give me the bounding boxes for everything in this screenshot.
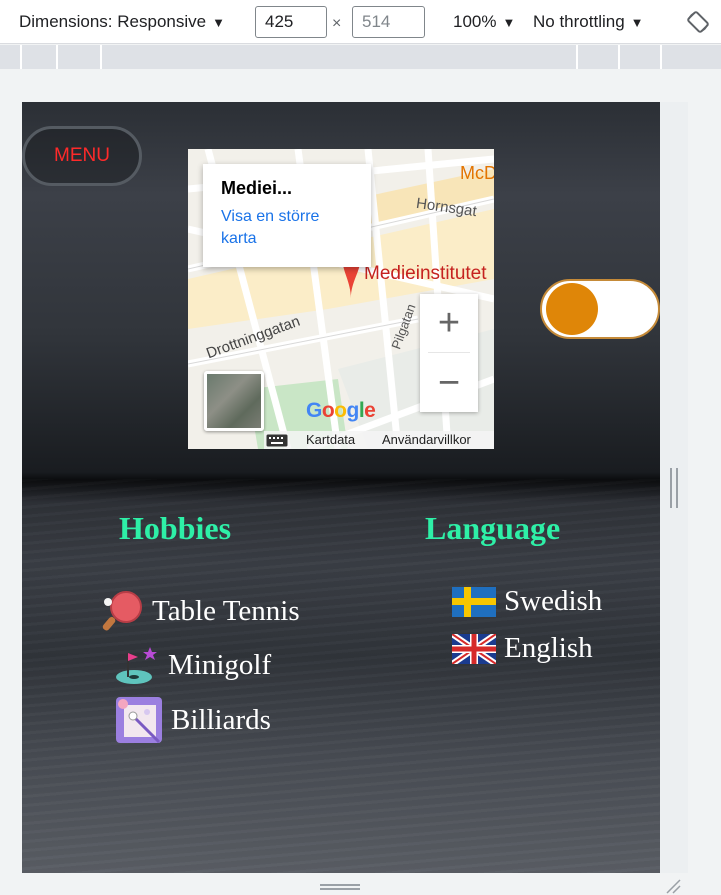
- chevron-down-icon: ▼: [212, 15, 225, 30]
- ruler-segment[interactable]: [578, 45, 620, 69]
- map-info-popup: Mediei... Visa en större karta: [203, 164, 371, 267]
- popup-title: Mediei...: [221, 178, 293, 198]
- dimensions-dropdown[interactable]: Dimensions: Responsive ▼: [19, 12, 225, 32]
- language-heading: Language: [425, 510, 561, 546]
- language-label: English: [504, 632, 593, 664]
- language-label: Swedish: [504, 585, 603, 617]
- menu-button[interactable]: MENU: [22, 126, 142, 186]
- map-footer: Kartdata Användarvillkor: [264, 431, 494, 449]
- language-item: English: [452, 632, 593, 665]
- zoom-divider: [428, 352, 470, 353]
- hobbies-heading: Hobbies: [119, 510, 232, 546]
- terms-link[interactable]: Användarvillkor: [382, 432, 471, 447]
- place-label[interactable]: Medieinstitutet: [364, 263, 487, 285]
- right-resize-handle[interactable]: [670, 468, 678, 508]
- toggle-knob: [546, 283, 598, 335]
- language-item: Swedish: [452, 585, 602, 618]
- theme-toggle[interactable]: [540, 279, 660, 339]
- sweden-flag-icon: [452, 586, 496, 617]
- ruler-segment[interactable]: [58, 45, 102, 69]
- throttling-label: No throttling: [533, 12, 625, 31]
- ruler-segment[interactable]: [0, 45, 22, 69]
- height-input[interactable]: 514: [352, 6, 425, 38]
- hobby-item: Billiards: [115, 696, 271, 744]
- hobby-label: Billiards: [171, 703, 271, 736]
- map-data-link[interactable]: Kartdata: [306, 432, 355, 447]
- zoom-out-button[interactable]: −: [420, 354, 478, 412]
- google-logo: Google: [306, 399, 376, 422]
- embedded-map[interactable]: McD Hornsgat Drottninggatan Pilgatan Med…: [188, 149, 494, 449]
- zoom-dropdown[interactable]: 100% ▼: [453, 12, 515, 32]
- ruler-segment[interactable]: [22, 45, 58, 69]
- device-toolbar: Dimensions: Responsive ▼ 425 × 514 100% ▼ …: [0, 0, 721, 44]
- hobby-label: Minigolf: [168, 648, 272, 681]
- keyboard-icon[interactable]: [266, 434, 288, 447]
- width-input[interactable]: 425: [255, 6, 327, 38]
- times-icon: ×: [332, 15, 342, 32]
- uk-flag-icon: [452, 633, 496, 664]
- page-viewport: MENU McD Hornsgat Drottninggatan Pilgata…: [22, 102, 660, 873]
- media-query-ruler[interactable]: [0, 45, 721, 69]
- satellite-toggle-thumbnail[interactable]: [204, 371, 264, 431]
- hobby-item: Minigolf: [114, 643, 271, 687]
- corner-resize-icon[interactable]: [665, 878, 681, 894]
- ruler-segment[interactable]: [102, 45, 578, 69]
- map-zoom-control: + −: [420, 294, 478, 412]
- dimensions-label: Dimensions: Responsive: [19, 12, 207, 31]
- zoom-in-button[interactable]: +: [420, 294, 478, 352]
- hobby-label: Table Tennis: [152, 594, 300, 627]
- bottom-resize-handle[interactable]: [320, 884, 360, 890]
- map-street-label: McD: [460, 163, 494, 183]
- table-tennis-icon: [102, 591, 142, 631]
- chevron-down-icon: ▼: [630, 15, 644, 30]
- larger-map-link[interactable]: Visa en större karta: [221, 206, 353, 250]
- rotate-icon[interactable]: [686, 10, 710, 34]
- chevron-down-icon: ▼: [502, 15, 516, 30]
- throttling-dropdown[interactable]: No throttling ▼: [533, 12, 644, 32]
- zoom-label: 100%: [453, 12, 497, 31]
- hobby-item: Table Tennis: [100, 590, 300, 632]
- billiards-icon: [116, 697, 162, 744]
- minigolf-icon: [116, 647, 157, 684]
- ruler-segment[interactable]: [620, 45, 662, 69]
